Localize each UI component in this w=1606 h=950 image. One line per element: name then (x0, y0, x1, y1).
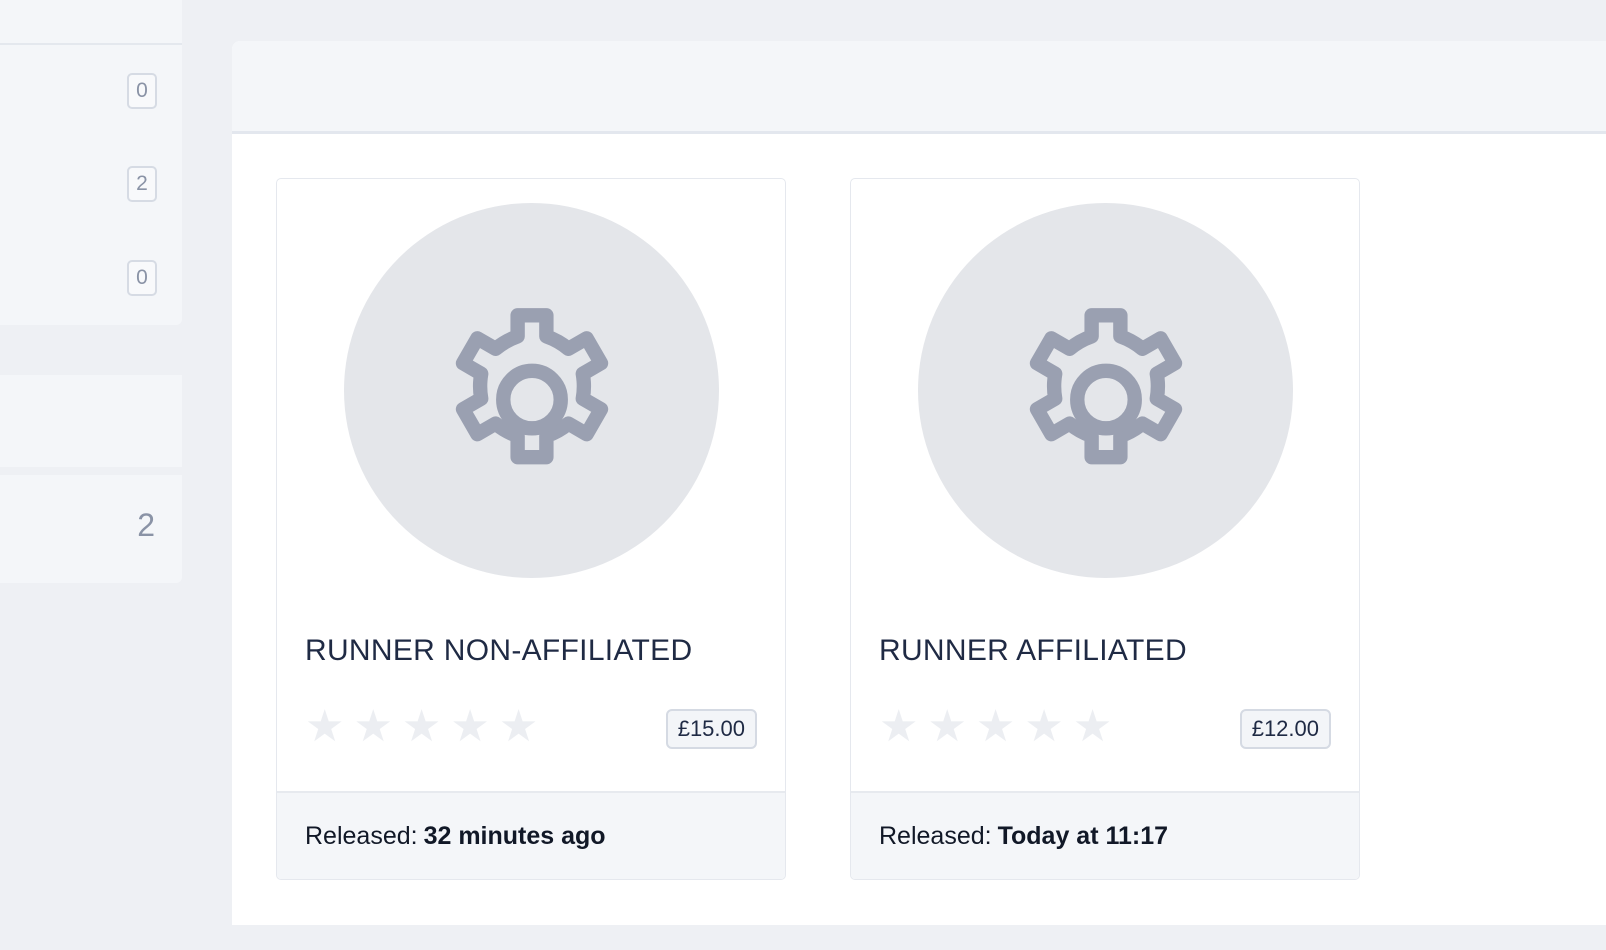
price-badge: £12.00 (1239, 709, 1331, 749)
star-icon[interactable]: ★ (879, 705, 918, 749)
star-icon[interactable]: ★ (353, 705, 392, 749)
count-badge[interactable]: 0 (127, 73, 157, 109)
product-thumbnail[interactable] (918, 203, 1293, 578)
star-icon[interactable]: ★ (976, 705, 1015, 749)
released-label: Released: (305, 821, 418, 850)
gear-icon (455, 307, 608, 464)
product-title[interactable]: RUNNER AFFILIATED (879, 634, 1187, 668)
star-icon[interactable]: ★ (499, 705, 538, 749)
star-icon[interactable]: ★ (305, 705, 344, 749)
released-value: Today at 11:17 (997, 821, 1169, 850)
total-count: 2 (137, 507, 155, 543)
card-footer: Released: 32 minutes ago (277, 791, 785, 879)
star-icon[interactable]: ★ (402, 705, 441, 749)
star-rating[interactable]: ★ ★ ★ ★ ★ (305, 705, 538, 749)
sidebar-count-list: 0 2 0 (0, 45, 182, 325)
released-label: Released: (879, 821, 992, 850)
product-card[interactable]: RUNNER AFFILIATED ★ ★ ★ ★ ★ £12.00 Relea… (850, 178, 1360, 880)
count-badge[interactable]: 0 (127, 260, 157, 296)
sidebar-total-section: 2 (0, 475, 182, 583)
price-badge: £15.00 (665, 709, 757, 749)
product-title[interactable]: RUNNER NON-AFFILIATED (305, 634, 692, 668)
page: 0 2 0 2 RUNNER NON-AFFILIATED ★ ★ ★ ★ ★ (0, 0, 1606, 950)
star-icon[interactable]: ★ (450, 705, 489, 749)
sidebar-section-header (0, 375, 182, 467)
gear-icon (1029, 307, 1182, 464)
star-icon[interactable]: ★ (927, 705, 966, 749)
sidebar-header (0, 0, 182, 45)
star-icon[interactable]: ★ (1073, 705, 1112, 749)
main-panel: RUNNER NON-AFFILIATED ★ ★ ★ ★ ★ £15.00 R… (232, 41, 1606, 925)
product-thumbnail[interactable] (344, 203, 719, 578)
panel-header (232, 41, 1606, 134)
count-badge[interactable]: 2 (127, 166, 157, 202)
released-value: 32 minutes ago (423, 821, 606, 850)
card-footer: Released: Today at 11:17 (851, 791, 1359, 879)
star-rating[interactable]: ★ ★ ★ ★ ★ (879, 705, 1112, 749)
product-card[interactable]: RUNNER NON-AFFILIATED ★ ★ ★ ★ ★ £15.00 R… (276, 178, 786, 880)
star-icon[interactable]: ★ (1024, 705, 1063, 749)
